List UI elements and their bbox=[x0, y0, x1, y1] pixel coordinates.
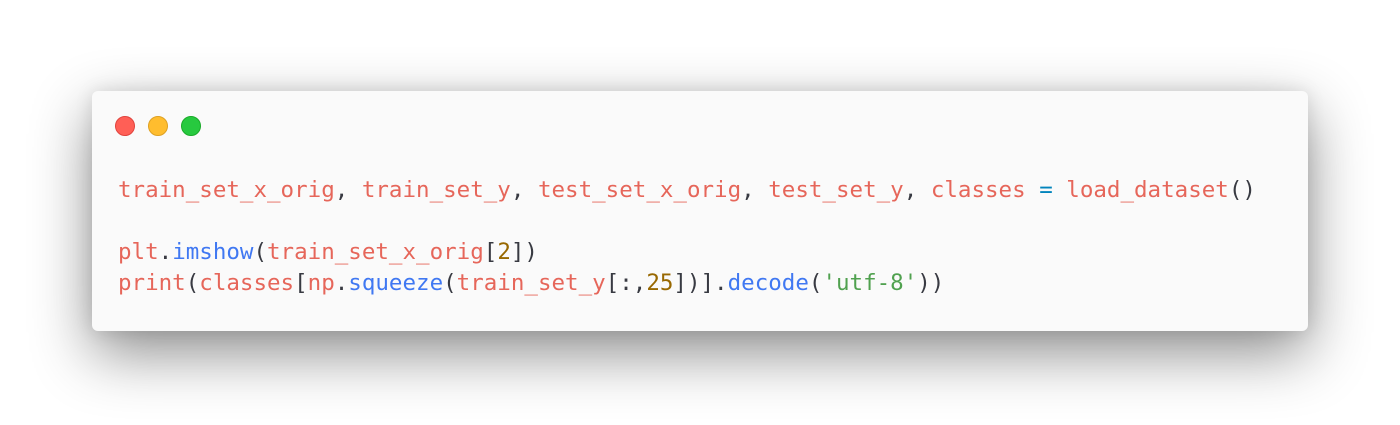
code-token-var: train_set_x_orig bbox=[267, 239, 484, 265]
code-block: train_set_x_orig, train_set_y, test_set_… bbox=[118, 175, 1256, 299]
code-line: train_set_x_orig, train_set_y, test_set_… bbox=[118, 175, 1256, 206]
code-token-var: np bbox=[307, 270, 335, 296]
code-token-var: plt bbox=[118, 239, 159, 265]
code-window: train_set_x_orig, train_set_y, test_set_… bbox=[92, 91, 1308, 331]
code-token-var: train_set_y bbox=[456, 270, 606, 296]
code-token-punc: ]) bbox=[510, 239, 538, 265]
code-token-num: 2 bbox=[497, 239, 511, 265]
code-token-func: imshow bbox=[172, 239, 254, 265]
code-token-var: load_dataset bbox=[1066, 177, 1229, 203]
code-token-var: print bbox=[118, 270, 186, 296]
code-token-punc: , bbox=[334, 177, 362, 203]
code-token-punc: , bbox=[741, 177, 769, 203]
code-line: plt.imshow(train_set_x_orig[2]) bbox=[118, 237, 1256, 268]
code-token-punc: ( bbox=[185, 270, 200, 296]
code-line: print(classes[np.squeeze(train_set_y[:,2… bbox=[118, 268, 1256, 299]
code-token-var: classes bbox=[199, 270, 295, 296]
code-token-punc: [ bbox=[294, 270, 308, 296]
code-token-op: = bbox=[1039, 177, 1053, 203]
code-token-func: decode bbox=[727, 270, 809, 296]
code-token-punc: . bbox=[334, 270, 349, 296]
code-token-punc: ( bbox=[253, 239, 268, 265]
code-token-var: train_set_x_orig bbox=[118, 177, 335, 203]
code-token-punc bbox=[1026, 177, 1040, 203]
code-token-func: squeeze bbox=[348, 270, 444, 296]
code-token-punc: ])]. bbox=[673, 270, 728, 296]
close-button[interactable] bbox=[115, 116, 135, 136]
code-token-var: train_set_y bbox=[361, 177, 511, 203]
code-token-punc: ( bbox=[808, 270, 823, 296]
code-token-num: 25 bbox=[646, 270, 674, 296]
code-token-punc: [ bbox=[483, 239, 498, 265]
code-token-var: test_set_x_orig bbox=[537, 177, 742, 203]
code-token-punc: [:, bbox=[605, 270, 647, 296]
code-token-punc: . bbox=[158, 239, 173, 265]
code-token-punc bbox=[1053, 177, 1067, 203]
code-token-punc: )) bbox=[917, 270, 945, 296]
zoom-button[interactable] bbox=[181, 116, 201, 136]
code-token-var: classes bbox=[930, 177, 1026, 203]
minimize-button[interactable] bbox=[148, 116, 168, 136]
code-token-punc: , bbox=[903, 177, 931, 203]
code-token-punc: () bbox=[1228, 177, 1256, 203]
code-token-punc: ( bbox=[443, 270, 457, 296]
code-token-str: 'utf-8' bbox=[822, 270, 918, 296]
code-token-punc: , bbox=[510, 177, 538, 203]
code-token-var: test_set_y bbox=[768, 177, 904, 203]
